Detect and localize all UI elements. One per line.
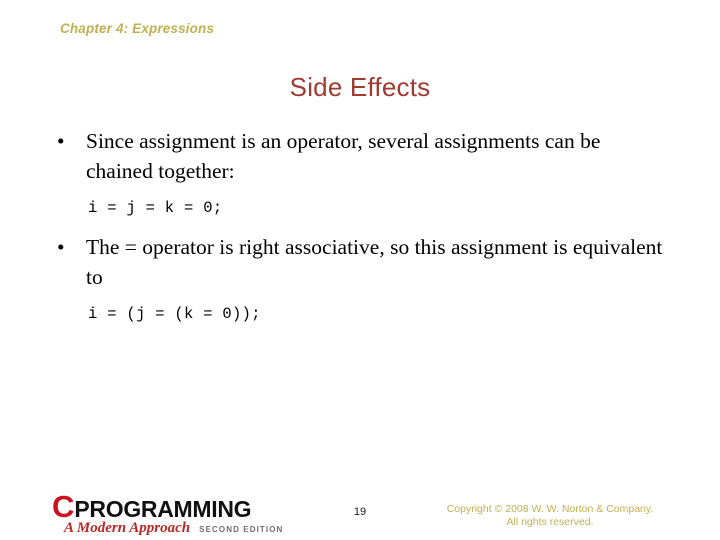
copyright-notice: Copyright © 2008 W. W. Norton & Company.…	[400, 503, 700, 528]
logo-c-letter: C	[52, 489, 74, 524]
logo-wordmark: PROGRAMMING	[74, 496, 252, 522]
slide-body: • Since assignment is an operator, sever…	[48, 126, 668, 325]
code-snippet: i = (j = (k = 0));	[88, 305, 261, 323]
logo-subtitle-row: A Modern Approach SECOND EDITION	[64, 520, 292, 538]
chapter-header: Chapter 4: Expressions	[60, 21, 215, 36]
book-logo: C PROGRAMMING A Modern Approach SECOND E…	[52, 489, 292, 538]
logo-subtitle: A Modern Approach	[64, 520, 191, 536]
bullet-text: The = operator is right associative, so …	[86, 235, 663, 289]
page-title: Side Effects	[289, 72, 431, 102]
bullet-text: Since assignment is an operator, several…	[86, 129, 601, 183]
slide-canvas: Chapter 4: Expressions Side Effects • Si…	[0, 0, 720, 540]
logo-wordmark-row: C PROGRAMMING	[52, 489, 292, 524]
page-number: 19	[353, 506, 367, 518]
bullet-item: • Since assignment is an operator, sever…	[48, 126, 668, 186]
bullet-marker-icon: •	[57, 235, 65, 259]
bullet-item: • The = operator is right associative, s…	[48, 232, 668, 292]
logo-edition: SECOND EDITION	[199, 525, 284, 534]
copyright-line-1: Copyright © 2008 W. W. Norton & Company.	[446, 503, 654, 515]
bullet-marker-icon: •	[57, 129, 65, 153]
code-snippet: i = j = k = 0;	[88, 199, 223, 217]
copyright-line-2: All rights reserved.	[506, 515, 594, 528]
